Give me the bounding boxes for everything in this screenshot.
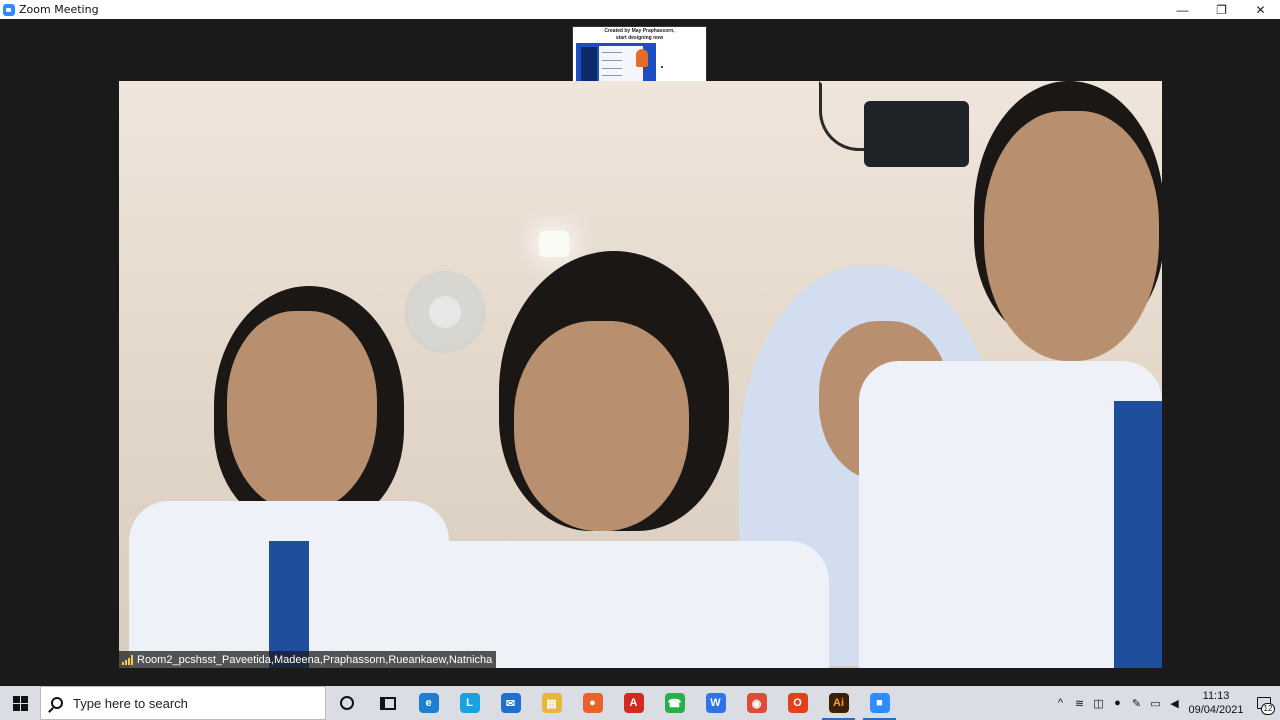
notification-count: 12 <box>1261 703 1275 715</box>
system-tray: ^ ≋ ◫ ● ✎ ▭ ◀ 11:13 09/04/2021 12 <box>1051 686 1280 720</box>
l-app-icon: L <box>459 693 480 713</box>
slide-line <box>602 68 622 69</box>
task-view-button[interactable] <box>367 686 408 720</box>
acrobat-icon: A <box>623 693 644 713</box>
taskbar-app-mail[interactable]: ✉ <box>490 686 531 720</box>
shared-slide <box>576 43 656 85</box>
notification-center-button[interactable]: 12 <box>1248 686 1280 720</box>
chevron-up-icon[interactable]: ^ <box>1051 686 1070 720</box>
whatsapp-icon: ☎ <box>664 693 685 713</box>
pinned-apps: e L ✉ ▤ ● A ☎ W ◉ O Ai ■ <box>408 686 900 720</box>
zoom-app-icon <box>3 3 15 16</box>
meet-now-icon[interactable]: ◫ <box>1089 686 1108 720</box>
close-button[interactable]: ✕ <box>1241 0 1280 19</box>
slide-line <box>602 60 622 61</box>
slide-line <box>602 75 622 76</box>
signal-strength-icon <box>122 654 133 665</box>
participant-name-tag: Room2_pcshsst_Paveetida,Madeena,Praphass… <box>119 651 497 668</box>
firefox-icon: ● <box>582 693 603 713</box>
taskbar-app-firefox[interactable]: ● <box>572 686 613 720</box>
zoom-icon: ■ <box>869 693 890 713</box>
microphone-icon[interactable]: ● <box>1108 686 1127 720</box>
slide-sidebar <box>581 47 597 81</box>
cursor-dot <box>661 66 663 68</box>
wps-writer-icon: W <box>705 693 726 713</box>
taskbar-app-office[interactable]: O <box>777 686 818 720</box>
taskbar-app-l-app[interactable]: L <box>449 686 490 720</box>
wifi-icon[interactable]: ≋ <box>1070 686 1089 720</box>
volume-icon[interactable]: ◀ <box>1165 686 1184 720</box>
task-view-icon <box>379 696 396 710</box>
taskbar-app-zoom[interactable]: ■ <box>859 686 900 720</box>
search-icon <box>51 697 63 709</box>
taskbar-app-file-explorer[interactable]: ▤ <box>531 686 572 720</box>
edge-icon: e <box>418 693 439 713</box>
title-bar: Zoom Meeting — ❐ ✕ <box>0 0 1280 19</box>
chrome-icon: ◉ <box>746 693 767 713</box>
taskbar-app-edge[interactable]: e <box>408 686 449 720</box>
clock-time: 11:13 <box>1202 690 1230 702</box>
projector-camera <box>864 101 969 167</box>
wall-fan <box>404 271 486 353</box>
mail-icon: ✉ <box>500 693 521 713</box>
ceiling-light <box>539 231 569 257</box>
illustrator-icon: Ai <box>828 693 849 713</box>
taskbar-search-input[interactable]: Type here to search <box>40 686 326 720</box>
participant-name: Room2_pcshsst_Paveetida,Madeena,Praphass… <box>137 653 493 666</box>
minimize-button[interactable]: — <box>1163 0 1202 19</box>
battery-icon[interactable]: ▭ <box>1146 686 1165 720</box>
office-icon: O <box>787 693 808 713</box>
window-controls: — ❐ ✕ <box>1163 0 1280 19</box>
taskbar-app-illustrator[interactable]: Ai <box>818 686 859 720</box>
slide-line <box>602 52 622 53</box>
slide-accent <box>636 49 648 67</box>
main-video[interactable] <box>119 81 1162 668</box>
clock-date: 09/04/2021 <box>1188 704 1244 716</box>
pen-icon[interactable]: ✎ <box>1127 686 1146 720</box>
shared-heading-1: Created by May Praphassorn, <box>604 28 675 34</box>
windows-taskbar: Type here to search e L ✉ ▤ ● A ☎ W ◉ O Ai ■ ^ ≋ ◫ … <box>0 686 1280 720</box>
file-explorer-icon: ▤ <box>541 693 562 713</box>
taskbar-app-chrome[interactable]: ◉ <box>736 686 777 720</box>
taskbar-clock[interactable]: 11:13 09/04/2021 <box>1184 689 1248 717</box>
taskbar-app-wps-writer[interactable]: W <box>695 686 736 720</box>
taskbar-app-acrobat[interactable]: A <box>613 686 654 720</box>
cortana-icon <box>339 696 354 710</box>
windows-logo-icon <box>12 695 28 711</box>
restore-button[interactable]: ❐ <box>1202 0 1241 19</box>
window-title: Zoom Meeting <box>19 3 99 16</box>
taskbar-app-whatsapp[interactable]: ☎ <box>654 686 695 720</box>
search-placeholder: Type here to search <box>73 695 188 711</box>
start-button[interactable] <box>0 686 40 720</box>
cortana-button[interactable] <box>326 686 367 720</box>
shared-heading-2: start designing now <box>615 35 664 41</box>
